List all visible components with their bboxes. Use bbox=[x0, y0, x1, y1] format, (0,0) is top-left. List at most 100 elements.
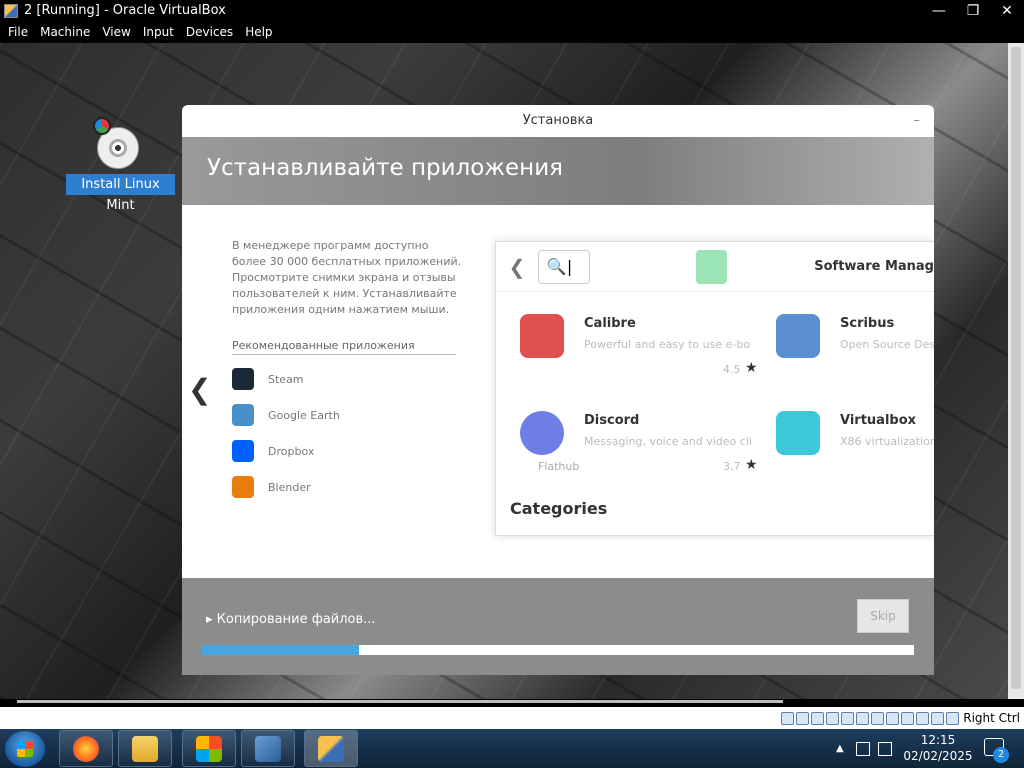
software-manager-screenshot: ❮ 🔍| Software Manag Calibre Powerful and… bbox=[495, 241, 934, 536]
optical-drive-icon[interactable] bbox=[796, 711, 810, 725]
tray-expand-icon[interactable]: ▲ bbox=[836, 743, 844, 754]
desktop-icon-label: Install Linux Mint bbox=[66, 174, 175, 213]
app-desc: Open Source Deskt bbox=[840, 338, 934, 351]
display-tray-icon[interactable] bbox=[855, 741, 870, 756]
slide-description: В менеджере программ доступно более 30 0… bbox=[232, 239, 462, 316]
app-desc: Messaging, voice and video cli bbox=[584, 435, 752, 448]
skip-button[interactable]: Skip bbox=[857, 599, 909, 633]
dialog-minimize-button[interactable]: – bbox=[914, 105, 921, 137]
restore-button[interactable]: ❐ bbox=[956, 0, 990, 21]
menu-view[interactable]: View bbox=[96, 25, 136, 39]
install-linux-mint-icon[interactable]: Install Linux Mint bbox=[66, 113, 176, 213]
app-card-virtualbox: Virtualbox X86 virtualization so bbox=[766, 405, 934, 483]
menu-file[interactable]: File bbox=[2, 25, 34, 39]
progress-fill bbox=[202, 645, 359, 655]
vm-icon bbox=[318, 735, 344, 762]
slide-content: В менеджере программ доступно более 30 0… bbox=[182, 205, 934, 578]
app-card-discord: Discord Messaging, voice and video cli F… bbox=[510, 405, 758, 483]
app-name: Google Earth bbox=[268, 408, 340, 422]
mint-badge-icon bbox=[93, 117, 111, 135]
start-button[interactable] bbox=[5, 731, 45, 767]
usb-icon[interactable] bbox=[841, 711, 855, 725]
host-key-icon bbox=[946, 711, 960, 725]
list-item: Dropbox bbox=[232, 433, 340, 469]
vm-statusbar: Right Ctrl bbox=[0, 707, 1024, 729]
menu-help[interactable]: Help bbox=[239, 25, 278, 39]
taskbar-explorer[interactable] bbox=[118, 730, 172, 767]
menu-devices[interactable]: Devices bbox=[180, 25, 239, 39]
star-icon: ★ bbox=[745, 360, 758, 376]
headline: Устанавливайте приложения bbox=[182, 137, 934, 205]
app-desc: X86 virtualization so bbox=[840, 435, 934, 448]
scrollbar-thumb[interactable] bbox=[1011, 47, 1021, 689]
windows-logo-icon bbox=[17, 741, 33, 757]
display-icon[interactable] bbox=[871, 711, 885, 725]
star-icon: ★ bbox=[745, 457, 758, 473]
app-card-calibre: Calibre Powerful and easy to use e-bo 4.… bbox=[510, 308, 758, 386]
categories-heading: Categories bbox=[510, 499, 608, 518]
sm-header: ❮ 🔍| Software Manag bbox=[496, 242, 934, 292]
virtualbox-icon bbox=[4, 3, 18, 18]
virtualbox-app-icon bbox=[776, 411, 820, 455]
app-name: Discord bbox=[584, 413, 640, 428]
blender-icon bbox=[232, 476, 254, 498]
expand-arrow-icon: ▸ bbox=[206, 612, 213, 627]
taskbar-virtualbox-manager[interactable] bbox=[241, 730, 295, 767]
window-titlebar: 2 [Running] - Oracle VirtualBox — ❐ ✕ bbox=[0, 0, 1024, 21]
time: 12:15 bbox=[920, 733, 956, 747]
previous-slide-button[interactable]: ❮ bbox=[188, 373, 211, 406]
dialog-header: Установка – bbox=[182, 105, 934, 137]
volume-icon[interactable] bbox=[877, 741, 892, 756]
horizontal-scrollbar[interactable] bbox=[0, 699, 1024, 707]
dropbox-icon bbox=[232, 440, 254, 462]
host-key-label: Right Ctrl bbox=[963, 711, 1020, 725]
notification-count: 2 bbox=[993, 747, 1009, 763]
dialog-title: Установка bbox=[522, 113, 594, 128]
minimize-button[interactable]: — bbox=[922, 0, 956, 21]
network-icon[interactable] bbox=[826, 711, 840, 725]
menu-machine[interactable]: Machine bbox=[34, 25, 96, 39]
taskbar-vm-window[interactable] bbox=[304, 730, 358, 767]
hard-disk-icon[interactable] bbox=[781, 711, 795, 725]
recommended-title: Рекомендованные приложения bbox=[232, 339, 456, 355]
keyboard-icon[interactable] bbox=[931, 711, 945, 725]
notification-icon[interactable]: 2 bbox=[984, 738, 1009, 763]
status-text[interactable]: ▸ Копирование файлов... bbox=[206, 612, 376, 627]
folder-icon bbox=[132, 735, 158, 762]
firefox-icon bbox=[73, 735, 99, 762]
menu-input[interactable]: Input bbox=[137, 25, 180, 39]
sm-title: Software Manag bbox=[814, 259, 934, 274]
audio-icon[interactable] bbox=[811, 711, 825, 725]
clock[interactable]: 12:15 02/02/2025 bbox=[902, 732, 974, 764]
scribus-icon bbox=[776, 314, 820, 358]
virtualbox-manager-icon bbox=[255, 735, 281, 762]
steam-icon bbox=[232, 368, 254, 390]
app-desc: Powerful and easy to use e-bo bbox=[584, 338, 751, 351]
app-name: Dropbox bbox=[268, 444, 315, 458]
sm-green-button bbox=[695, 249, 728, 284]
app-source: Flathub bbox=[538, 460, 580, 473]
cpu-icon[interactable] bbox=[901, 711, 915, 725]
store-icon bbox=[196, 735, 222, 762]
guest-screen: Install Linux Mint Установка – Устанавли… bbox=[0, 43, 1008, 699]
app-name: Scribus bbox=[840, 316, 895, 331]
app-name: Virtualbox bbox=[840, 413, 917, 428]
list-item: Google Earth bbox=[232, 397, 340, 433]
menubar: File Machine View Input Devices Help bbox=[0, 21, 1024, 43]
app-card-scribus: Scribus Open Source Deskt bbox=[766, 308, 934, 386]
google-earth-icon bbox=[232, 404, 254, 426]
list-item: Steam bbox=[232, 361, 340, 397]
scrollbar-thumb[interactable] bbox=[17, 700, 783, 703]
mouse-integration-icon[interactable] bbox=[916, 711, 930, 725]
taskbar-firefox[interactable] bbox=[59, 730, 113, 767]
shared-folders-icon[interactable] bbox=[856, 711, 870, 725]
recommended-list: Steam Google Earth Dropbox Blender bbox=[232, 361, 340, 505]
recording-icon[interactable] bbox=[886, 711, 900, 725]
vertical-scrollbar[interactable] bbox=[1008, 43, 1024, 699]
close-button[interactable]: ✕ bbox=[990, 0, 1024, 21]
app-name: Calibre bbox=[584, 316, 636, 331]
progress-area: ▸ Копирование файлов... Skip bbox=[182, 578, 934, 675]
taskbar-store[interactable] bbox=[182, 730, 236, 767]
search-icon: 🔍| bbox=[537, 249, 590, 284]
date: 02/02/2025 bbox=[903, 749, 973, 763]
